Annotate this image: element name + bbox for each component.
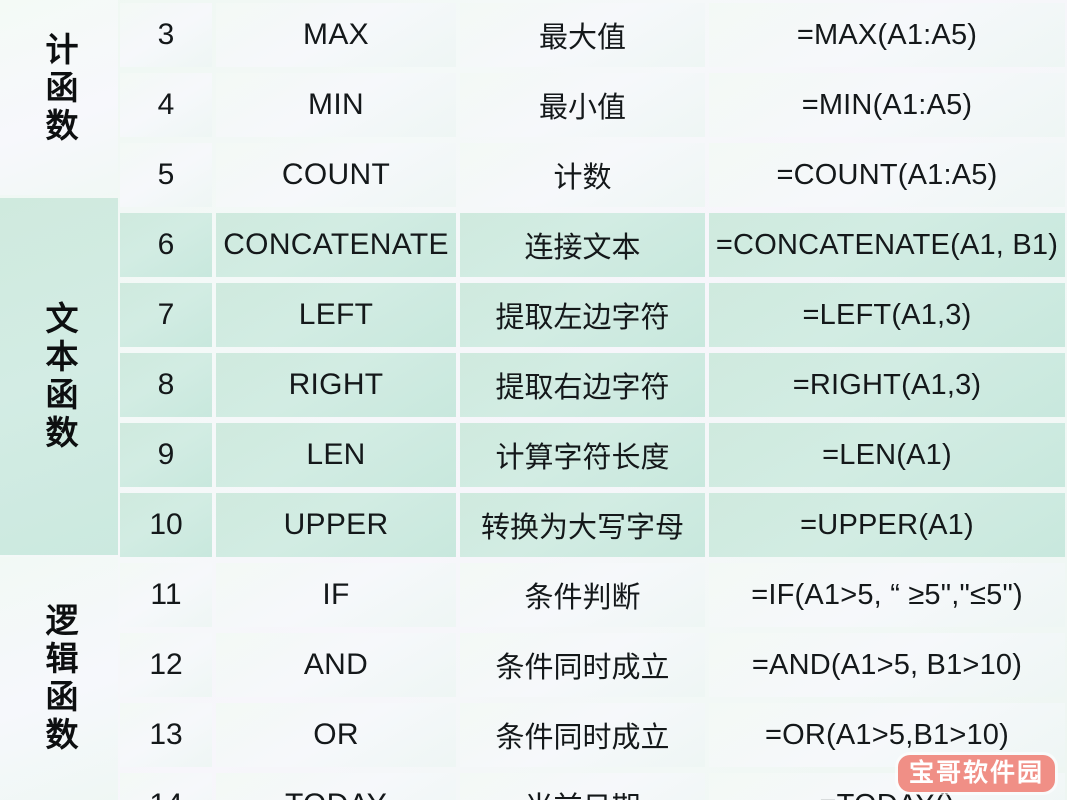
document-page: 计函数 文本函数 逻辑函数 3 MAX 最大值 =MAX(A1:A5) 4 MI… bbox=[0, 0, 1067, 800]
table-row: 4 MIN 最小值 =MIN(A1:A5) bbox=[0, 70, 1067, 140]
cell-index: 10 bbox=[120, 493, 212, 557]
cell-index: 8 bbox=[120, 353, 212, 417]
cell-function: IF bbox=[216, 563, 456, 627]
cell-function: TODAY bbox=[216, 773, 456, 800]
cell-formula: =UPPER(A1) bbox=[709, 493, 1065, 557]
cell-function: AND bbox=[216, 633, 456, 697]
table-row: 6 CONCATENATE 连接文本 =CONCATENATE(A1, B1) bbox=[0, 210, 1067, 280]
cell-formula: =LEN(A1) bbox=[709, 423, 1065, 487]
cell-function: LEN bbox=[216, 423, 456, 487]
cell-function: UPPER bbox=[216, 493, 456, 557]
table-row: 7 LEFT 提取左边字符 =LEFT(A1,3) bbox=[0, 280, 1067, 350]
cell-description: 条件判断 bbox=[460, 563, 705, 627]
cell-index: 11 bbox=[120, 563, 212, 627]
cell-index: 14 bbox=[120, 773, 212, 800]
cell-index: 12 bbox=[120, 633, 212, 697]
cell-formula: =CONCATENATE(A1, B1) bbox=[709, 213, 1065, 277]
cell-description: 连接文本 bbox=[460, 213, 705, 277]
cell-formula: =LEFT(A1,3) bbox=[709, 283, 1065, 347]
cell-description: 条件同时成立 bbox=[460, 633, 705, 697]
cell-index: 7 bbox=[120, 283, 212, 347]
cell-description: 提取左边字符 bbox=[460, 283, 705, 347]
table-row: 3 MAX 最大值 =MAX(A1:A5) bbox=[0, 0, 1067, 70]
cell-index: 6 bbox=[120, 213, 212, 277]
cell-function: COUNT bbox=[216, 143, 456, 207]
table-row: 12 AND 条件同时成立 =AND(A1>5, B1>10) bbox=[0, 630, 1067, 700]
cell-index: 13 bbox=[120, 703, 212, 767]
cell-index: 3 bbox=[120, 3, 212, 67]
cell-function: MAX bbox=[216, 3, 456, 67]
site-watermark: 宝哥软件园 bbox=[898, 755, 1056, 792]
cell-function: LEFT bbox=[216, 283, 456, 347]
cell-formula: =MIN(A1:A5) bbox=[709, 73, 1065, 137]
table-row: 10 UPPER 转换为大写字母 =UPPER(A1) bbox=[0, 490, 1067, 560]
function-table: 3 MAX 最大值 =MAX(A1:A5) 4 MIN 最小值 =MIN(A1:… bbox=[0, 0, 1067, 800]
table-row: 9 LEN 计算字符长度 =LEN(A1) bbox=[0, 420, 1067, 490]
cell-function: CONCATENATE bbox=[216, 213, 456, 277]
cell-description: 条件同时成立 bbox=[460, 703, 705, 767]
cell-index: 4 bbox=[120, 73, 212, 137]
cell-description: 计算字符长度 bbox=[460, 423, 705, 487]
cell-formula: =AND(A1>5, B1>10) bbox=[709, 633, 1065, 697]
cell-index: 5 bbox=[120, 143, 212, 207]
cell-description: 计数 bbox=[460, 143, 705, 207]
table-row: 5 COUNT 计数 =COUNT(A1:A5) bbox=[0, 140, 1067, 210]
cell-description: 转换为大写字母 bbox=[460, 493, 705, 557]
cell-function: MIN bbox=[216, 73, 456, 137]
cell-description: 提取右边字符 bbox=[460, 353, 705, 417]
cell-function: RIGHT bbox=[216, 353, 456, 417]
table-row: 11 IF 条件判断 =IF(A1>5, “ ≥5","≤5") bbox=[0, 560, 1067, 630]
cell-description: 最小值 bbox=[460, 73, 705, 137]
table-row: 8 RIGHT 提取右边字符 =RIGHT(A1,3) bbox=[0, 350, 1067, 420]
cell-formula: =COUNT(A1:A5) bbox=[709, 143, 1065, 207]
cell-function: OR bbox=[216, 703, 456, 767]
cell-formula: =MAX(A1:A5) bbox=[709, 3, 1065, 67]
cell-description: 当前日期 bbox=[460, 773, 705, 800]
cell-index: 9 bbox=[120, 423, 212, 487]
cell-formula: =RIGHT(A1,3) bbox=[709, 353, 1065, 417]
cell-description: 最大值 bbox=[460, 3, 705, 67]
cell-formula: =IF(A1>5, “ ≥5","≤5") bbox=[709, 563, 1065, 627]
